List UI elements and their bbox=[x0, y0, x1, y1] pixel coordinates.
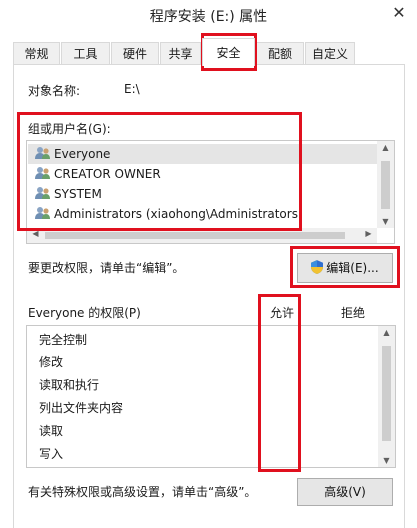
tab-security[interactable]: 安全 bbox=[202, 38, 255, 66]
uac-shield-icon bbox=[311, 260, 324, 274]
groups-listbox[interactable]: Everyone CREATOR OWNER SYSTEM Administra… bbox=[26, 140, 395, 244]
edit-button[interactable]: 编辑(E)... bbox=[297, 253, 393, 283]
scroll-down-arrow-icon[interactable]: ▼ bbox=[377, 217, 394, 226]
list-item-label: Everyone bbox=[54, 147, 111, 161]
list-item-label: Administrators (xiaohong\Administrators) bbox=[54, 207, 303, 221]
advanced-hint-text: 有关特殊权限或高级设置，请单击“高级”。 bbox=[28, 485, 257, 499]
edit-hint-text: 要更改权限，请单击“编辑”。 bbox=[28, 261, 185, 275]
title-bar: 程序安装 (E:) 属性 ✕ bbox=[0, 0, 417, 31]
tab-tools[interactable]: 工具 bbox=[61, 42, 110, 64]
scroll-right-arrow-icon[interactable]: ▶ bbox=[360, 229, 377, 238]
permissions-vertical-scrollbar[interactable]: ▲ ▼ bbox=[378, 326, 395, 467]
list-item[interactable]: SYSTEM bbox=[35, 184, 102, 204]
users-icon bbox=[35, 207, 50, 219]
object-name-value: E:\ bbox=[124, 82, 140, 96]
deny-column-header: 拒绝 bbox=[341, 306, 366, 320]
scroll-thumb[interactable] bbox=[381, 161, 390, 209]
permission-row-read-execute: 读取和执行 bbox=[39, 378, 100, 392]
users-icon bbox=[35, 187, 50, 199]
scroll-thumb[interactable] bbox=[382, 346, 391, 441]
tab-general[interactable]: 常规 bbox=[13, 42, 60, 64]
users-icon bbox=[35, 167, 50, 179]
close-icon[interactable]: ✕ bbox=[386, 2, 412, 24]
permission-row-read: 读取 bbox=[39, 424, 64, 438]
permission-row-full-control: 完全控制 bbox=[39, 333, 88, 347]
permissions-listbox[interactable]: 完全控制 修改 读取和执行 列出文件夹内容 读取 写入 ▲ ▼ bbox=[26, 325, 396, 468]
scroll-down-arrow-icon[interactable]: ▼ bbox=[378, 456, 395, 465]
tab-sharing[interactable]: 共享 bbox=[160, 42, 201, 64]
list-item[interactable]: Everyone bbox=[35, 144, 110, 164]
list-item[interactable]: CREATOR OWNER bbox=[35, 164, 161, 184]
groups-label: 组或用户名(G): bbox=[28, 122, 111, 136]
groups-horizontal-scrollbar[interactable]: ◀ ▶ bbox=[27, 228, 377, 243]
users-icon bbox=[35, 147, 50, 159]
window-title: 程序安装 (E:) 属性 bbox=[149, 9, 268, 25]
scroll-left-arrow-icon[interactable]: ◀ bbox=[27, 229, 44, 238]
tab-strip: 常规 工具 硬件 共享 安全 配额 自定义 bbox=[13, 38, 405, 66]
object-name-label: 对象名称: bbox=[28, 84, 81, 98]
tab-hardware[interactable]: 硬件 bbox=[111, 42, 159, 64]
scroll-up-arrow-icon[interactable]: ▲ bbox=[377, 143, 394, 152]
advanced-button[interactable]: 高级(V) bbox=[297, 478, 393, 506]
permissions-title: Everyone 的权限(P) bbox=[28, 306, 141, 320]
list-item[interactable]: Administrators (xiaohong\Administrators) bbox=[35, 204, 303, 224]
permission-row-list-folder: 列出文件夹内容 bbox=[39, 401, 124, 415]
tab-quota[interactable]: 配额 bbox=[256, 42, 304, 64]
permission-row-modify: 修改 bbox=[39, 355, 64, 369]
list-item-label: SYSTEM bbox=[54, 187, 102, 201]
allow-column-header: 允许 bbox=[270, 306, 295, 320]
scroll-up-arrow-icon[interactable]: ▲ bbox=[378, 328, 395, 337]
tab-customize[interactable]: 自定义 bbox=[305, 42, 355, 64]
permission-row-write: 写入 bbox=[39, 447, 64, 461]
groups-vertical-scrollbar[interactable]: ▲ ▼ bbox=[377, 141, 394, 228]
edit-button-label: 编辑(E)... bbox=[326, 261, 379, 275]
list-item-label: CREATOR OWNER bbox=[54, 167, 161, 181]
scroll-thumb[interactable] bbox=[45, 232, 345, 239]
